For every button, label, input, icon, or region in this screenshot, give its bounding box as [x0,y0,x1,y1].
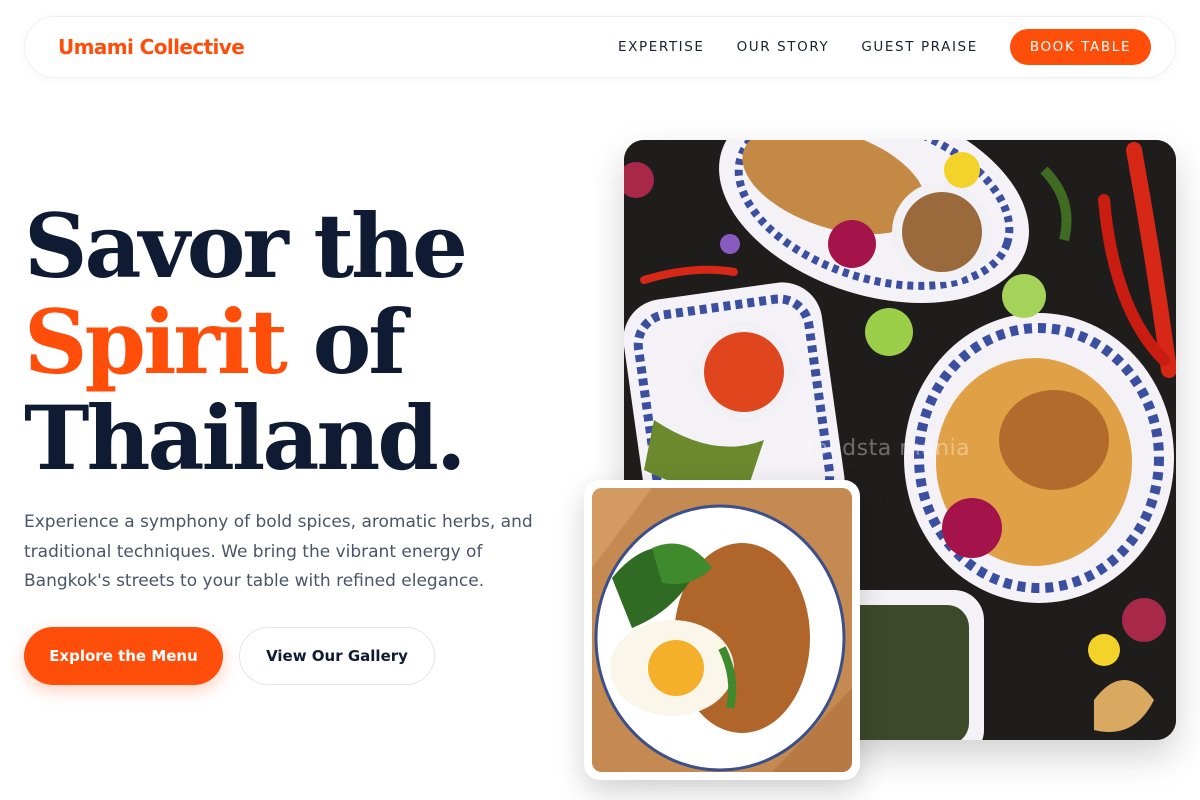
view-gallery-button[interactable]: View Our Gallery [239,627,435,685]
nav-link-expertise[interactable]: EXPERTISE [618,39,705,55]
basil-stir-fry-egg-photo [592,488,852,772]
basil-stir-fry-illustration [592,488,852,772]
nav-link-guest-praise[interactable]: GUEST PRAISE [861,39,977,55]
photo-watermark: foodsta mania [806,436,971,461]
headline-accent-word: Spirit [24,290,288,394]
headline-line-1: Savor the [24,194,468,298]
headline-line-3: Thailand. [24,386,467,490]
hero-headline: Savor the Spirit of Thailand. [24,198,584,486]
brand-logo[interactable]: Umami Collective [58,35,245,59]
book-table-button[interactable]: BOOK TABLE [1009,29,1151,65]
nav-links: EXPERTISE OUR STORY GUEST PRAISE BOOK TA… [618,29,1151,65]
hero-description: Experience a symphony of bold spices, ar… [24,512,533,591]
top-navbar: Umami Collective EXPERTISE OUR STORY GUE… [24,16,1176,78]
headline-line-2-rest: of [284,290,407,394]
explore-menu-button[interactable]: Explore the Menu [24,627,223,685]
inset-photo-card [584,480,860,780]
nav-link-our-story[interactable]: OUR STORY [737,39,830,55]
